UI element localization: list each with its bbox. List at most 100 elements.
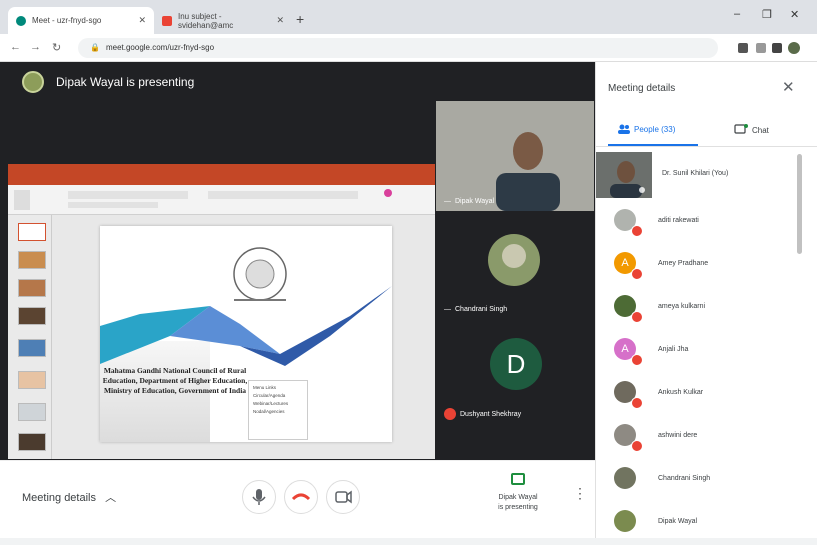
slide-menu-item: Nodal/Agencies: [253, 409, 285, 414]
people-icon: [618, 124, 630, 134]
tab-people-label: People (33): [634, 124, 676, 134]
meeting-details-label: Meeting details: [22, 492, 96, 504]
powerpoint-ribbon: [8, 185, 435, 215]
browser-tab-strip: Meet - uzr-fnyd-sgo ✕ Inu subject - svid…: [0, 0, 817, 34]
screen: Meet - uzr-fnyd-sgo ✕ Inu subject - svid…: [0, 0, 817, 545]
tab-chat[interactable]: Chat: [734, 124, 769, 136]
participant-row[interactable]: Chandrani Singh: [596, 458, 796, 498]
participant-list-scrollbar[interactable]: [797, 154, 802, 254]
meet-favicon-icon: [16, 15, 26, 26]
tile-name-text: Dushyant Shekhray: [460, 410, 522, 418]
participant-name: Amey Pradhane: [658, 259, 709, 267]
slide-body-text: Mahatma Gandhi National Council of Rural…: [102, 366, 248, 396]
camera-button[interactable]: [326, 480, 360, 514]
hangup-icon: [291, 493, 311, 501]
participant-name: ashwini dere: [658, 431, 698, 439]
powerpoint-titlebar: [8, 164, 435, 176]
more-vert-icon[interactable]: ⋮: [573, 485, 587, 502]
slide-thumbnail[interactable]: [18, 307, 46, 325]
maximize-button[interactable]: ❐: [762, 8, 772, 21]
powerpoint-ribbon-tabs: [8, 176, 435, 185]
slide-thumbnail[interactable]: [18, 251, 46, 269]
participant-initial: A: [621, 343, 629, 355]
participant-name: aditi rakewati: [658, 216, 699, 224]
tab-label: Meet - uzr-fnyd-sgo: [32, 16, 102, 25]
star-icon[interactable]: [756, 43, 766, 53]
present-screen-icon: [511, 473, 525, 485]
slide-thumbnail[interactable]: [18, 433, 46, 451]
slide-menu-box: Menu Links Circular/Agenda Webinar/Lectu…: [248, 380, 308, 440]
mic-off-icon: [631, 225, 643, 237]
participant-avatar: [614, 510, 636, 532]
current-slide: Mahatma Gandhi National Council of Rural…: [100, 226, 392, 442]
tile-name-label: — Dipak Wayal: [444, 198, 495, 205]
tab-meet[interactable]: Meet - uzr-fnyd-sgo ✕: [8, 7, 154, 34]
meeting-details-button[interactable]: Meeting details ︿: [22, 489, 116, 505]
presenting-status[interactable]: Dipak Wayal is presenting: [488, 473, 548, 512]
participant-name: Anjali Jha: [658, 345, 689, 353]
participant-name: Dipak Wayal: [658, 517, 698, 525]
mic-off-icon: [631, 354, 643, 366]
participant-row[interactable]: A Anjali Jha: [596, 329, 796, 369]
close-tab-icon[interactable]: ✕: [276, 15, 284, 26]
url-field[interactable]: 🔒 meet.google.com/uzr-fnyd-sgo: [78, 38, 718, 58]
mic-off-icon: [631, 311, 643, 323]
tab-chat-label: Chat: [752, 125, 769, 135]
tile-name-text: Chandrani Singh: [455, 306, 508, 313]
tab-gmail[interactable]: Inu subject - svidehan@amc ✕: [154, 7, 292, 34]
meeting-details-panel: Meeting details ✕ People (33) Chat Dr. S…: [595, 62, 817, 538]
tile-name-label: Dushyant Shekhray: [444, 408, 521, 420]
leave-call-button[interactable]: [284, 480, 318, 514]
puzzle-icon[interactable]: [772, 43, 782, 53]
reload-icon[interactable]: ↻: [52, 41, 61, 54]
mic-off-icon: [631, 397, 643, 409]
participant-row[interactable]: A Amey Pradhane: [596, 243, 796, 283]
close-panel-icon[interactable]: ✕: [782, 78, 795, 96]
participant-tile[interactable]: — Dipak Wayal: [436, 101, 594, 211]
slide-thumbnails: [8, 215, 52, 459]
new-tab-button[interactable]: +: [296, 11, 304, 27]
presenting-status-text: is presenting: [498, 503, 538, 511]
close-window-button[interactable]: ✕: [790, 8, 799, 21]
participant-initial: A: [621, 257, 629, 269]
minimize-button[interactable]: –: [734, 8, 740, 20]
slide-thumbnail[interactable]: [18, 371, 46, 389]
participant-row[interactable]: Dipak Wayal: [596, 501, 796, 541]
presenting-name: Dipak Wayal: [498, 493, 538, 501]
participant-row[interactable]: ashwini dere: [596, 415, 796, 455]
participant-avatar: A: [614, 338, 643, 366]
presenter-banner: Dipak Wayal is presenting: [0, 62, 595, 102]
participant-name: Ankush Kulkar: [658, 388, 704, 396]
participant-letter-avatar: D: [490, 338, 542, 390]
gmail-favicon-icon: [162, 15, 172, 26]
mic-icon: [252, 489, 266, 505]
tab-divider: [596, 146, 817, 147]
participant-avatar: [614, 381, 643, 409]
forward-icon[interactable]: →: [30, 41, 41, 53]
slide-menu-item: Menu Links: [253, 385, 277, 390]
extension-icon[interactable]: [738, 43, 748, 53]
close-tab-icon[interactable]: ✕: [138, 15, 146, 26]
participant-avatar: [614, 209, 643, 237]
camera-icon: [335, 490, 352, 504]
back-icon[interactable]: ←: [10, 41, 21, 53]
slide-thumbnail[interactable]: [18, 339, 46, 357]
participant-row[interactable]: Ankush Kulkar: [596, 372, 796, 412]
participant-tile[interactable]: — Chandrani Singh: [436, 212, 594, 319]
participant-row[interactable]: aditi rakewati: [596, 200, 796, 240]
mic-button[interactable]: [242, 480, 276, 514]
participant-avatar: A: [614, 252, 643, 280]
participant-avatar: [614, 467, 636, 489]
meeting-controls-bar: Meeting details ︿ Dipak Wayal is present…: [0, 460, 595, 540]
profile-avatar[interactable]: [788, 42, 800, 54]
slide-thumbnail[interactable]: [18, 403, 46, 421]
url-text: meet.google.com/uzr-fnyd-sgo: [105, 43, 215, 52]
presenter-avatar: [22, 71, 44, 93]
slide-menu-item: Circular/Agenda: [253, 393, 286, 398]
slide-thumbnail[interactable]: [18, 279, 46, 297]
slide-thumbnail[interactable]: [18, 223, 46, 241]
participant-row[interactable]: ameya kulkarni: [596, 286, 796, 326]
participant-name: ameya kulkarni: [658, 302, 706, 310]
participant-video: [436, 101, 594, 211]
tab-people[interactable]: People (33): [618, 124, 675, 134]
